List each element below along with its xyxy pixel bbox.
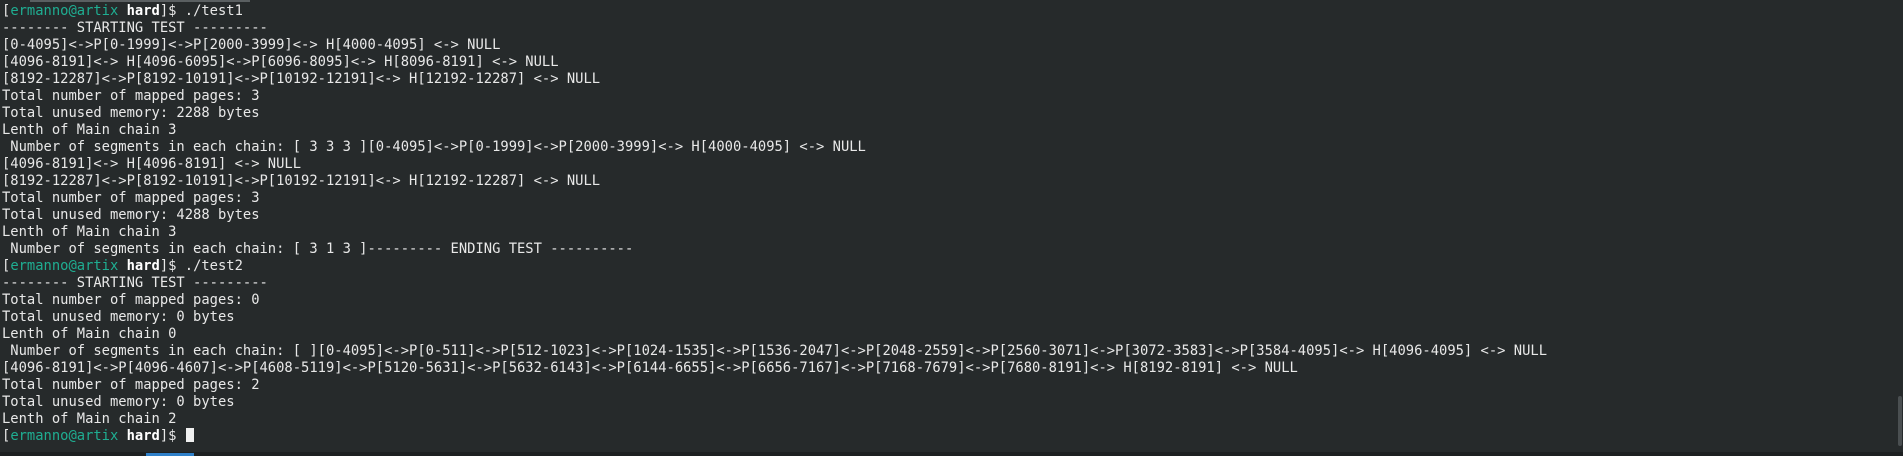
prompt-line: [ermanno@artix hard]$ ./test1 — [2, 3, 1547, 20]
output-line: [8192-12287]<->P[8192-10191]<->P[10192-1… — [2, 173, 601, 189]
output-line: -------- STARTING TEST --------- — [2, 275, 268, 291]
prompt-user-host: ermanno@artix — [10, 258, 119, 274]
prompt-cwd: hard — [126, 428, 160, 444]
output-line: Number of segments in each chain: [ ][0-… — [2, 343, 1547, 359]
prompt-line: [ermanno@artix hard]$ — [2, 428, 1547, 445]
prompt-symbol: ]$ — [159, 3, 185, 19]
output-line: Lenth of Main chain 3 — [2, 224, 177, 240]
output-line: Lenth of Main chain 3 — [2, 122, 177, 138]
output-line: Number of segments in each chain: [ 3 3 … — [2, 139, 866, 155]
output-line: Total number of mapped pages: 0 — [2, 292, 260, 308]
scrollbar-thumb[interactable] — [1898, 396, 1902, 446]
output-line: [8192-12287]<->P[8192-10191]<->P[10192-1… — [2, 71, 601, 87]
prompt-cwd: hard — [126, 258, 160, 274]
output-line: Total unused memory: 4288 bytes — [2, 207, 260, 223]
prompt-line: [ermanno@artix hard]$ ./test2 — [2, 258, 1547, 275]
previous-line-fragment — [30, 0, 250, 2]
output-line: Total number of mapped pages: 3 — [2, 88, 260, 104]
output-line: [4096-8191]<-> H[4096-6095]<->P[6096-809… — [2, 54, 559, 70]
bottom-bar — [0, 452, 1903, 456]
text-cursor[interactable] — [185, 428, 194, 442]
output-line: Lenth of Main chain 0 — [2, 326, 177, 342]
prompt-user-host: ermanno@artix — [10, 428, 119, 444]
output-line: Total unused memory: 0 bytes — [2, 394, 235, 410]
terminal-window[interactable]: [ermanno@artix hard]$ ./test1 -------- ST… — [0, 0, 1903, 456]
output-line: Total unused memory: 0 bytes — [2, 309, 235, 325]
output-line: Total number of mapped pages: 2 — [2, 377, 260, 393]
prompt-symbol: ]$ — [159, 258, 185, 274]
output-line: Number of segments in each chain: [ 3 1 … — [2, 241, 634, 257]
output-line: [4096-8191]<-> H[4096-8191] <-> NULL — [2, 156, 302, 172]
output-line: Lenth of Main chain 2 — [2, 411, 177, 427]
command-text: ./test2 — [184, 258, 243, 274]
terminal-output: [ermanno@artix hard]$ ./test1 -------- ST… — [2, 3, 1547, 445]
prompt-symbol: ]$ — [159, 428, 185, 444]
command-text: ./test1 — [184, 3, 243, 19]
prompt-user-host: ermanno@artix — [10, 3, 119, 19]
output-line: [4096-8191]<->P[4096-4607]<->P[4608-5119… — [2, 360, 1298, 376]
output-line: [0-4095]<->P[0-1999]<->P[2000-3999]<-> H… — [2, 37, 501, 53]
output-line: Total unused memory: 2288 bytes — [2, 105, 260, 121]
output-line: -------- STARTING TEST --------- — [2, 20, 268, 36]
scrollbar[interactable] — [1897, 0, 1903, 452]
prompt-cwd: hard — [126, 3, 160, 19]
output-line: Total number of mapped pages: 3 — [2, 190, 260, 206]
